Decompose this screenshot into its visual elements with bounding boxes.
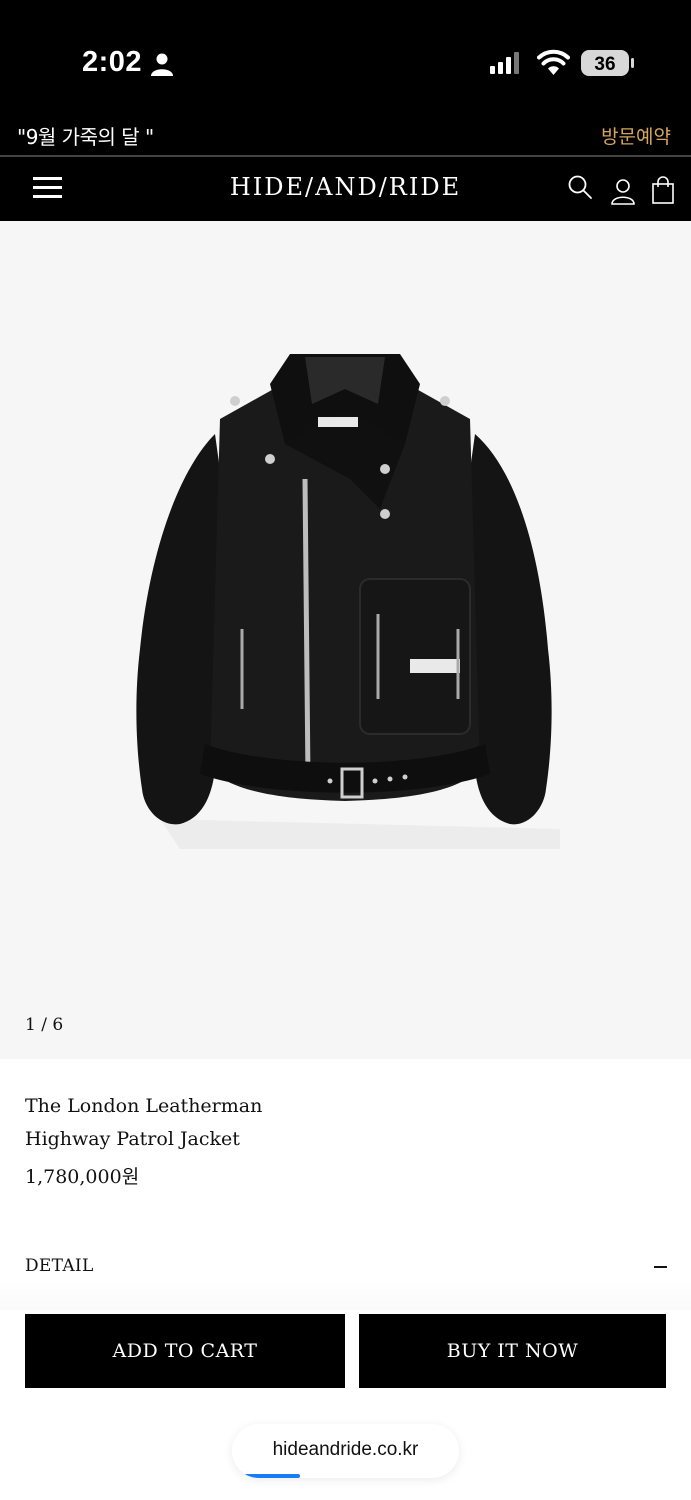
add-to-cart-button[interactable]: ADD TO CART	[25, 1314, 345, 1388]
product-image	[136, 354, 560, 849]
battery-level: 36	[594, 54, 615, 75]
collapse-icon[interactable]	[654, 1266, 667, 1268]
battery-icon: 36	[581, 50, 634, 76]
address-bar[interactable]: hideandride.co.kr	[232, 1424, 459, 1478]
status-bar: 2:02 36	[0, 0, 691, 112]
fade-overlay	[0, 1280, 691, 1310]
shopping-bag-icon[interactable]	[651, 176, 675, 204]
status-time: 2:02	[82, 46, 143, 78]
product-title: The London Leatherman Highway Patrol Jac…	[25, 1090, 425, 1156]
visit-reservation-link[interactable]: 방문예약	[601, 122, 671, 149]
wifi-icon	[537, 49, 570, 75]
detail-section-header[interactable]: DETAIL	[25, 1256, 94, 1276]
user-icon[interactable]	[610, 177, 636, 205]
url-text: hideandride.co.kr	[272, 1439, 419, 1460]
product-title-line1: The London Leatherman	[25, 1095, 263, 1117]
nav-bar: HIDE/AND/RIDE	[0, 157, 691, 221]
cellular-signal-icon	[490, 52, 519, 74]
buy-now-button[interactable]: BUY IT NOW	[359, 1314, 666, 1388]
product-gallery[interactable]: 1 / 6	[0, 221, 691, 1059]
search-icon[interactable]	[567, 174, 593, 200]
product-title-line2: Highway Patrol Jacket	[25, 1128, 240, 1150]
person-icon	[151, 53, 173, 76]
gallery-counter: 1 / 6	[25, 1015, 64, 1035]
announcement-text: "9월 가죽의 달 "	[17, 125, 154, 149]
page-load-progress	[232, 1474, 301, 1478]
announcement-bar: "9월 가죽의 달 " 방문예약	[0, 112, 691, 155]
product-price: 1,780,000원	[25, 1166, 140, 1188]
